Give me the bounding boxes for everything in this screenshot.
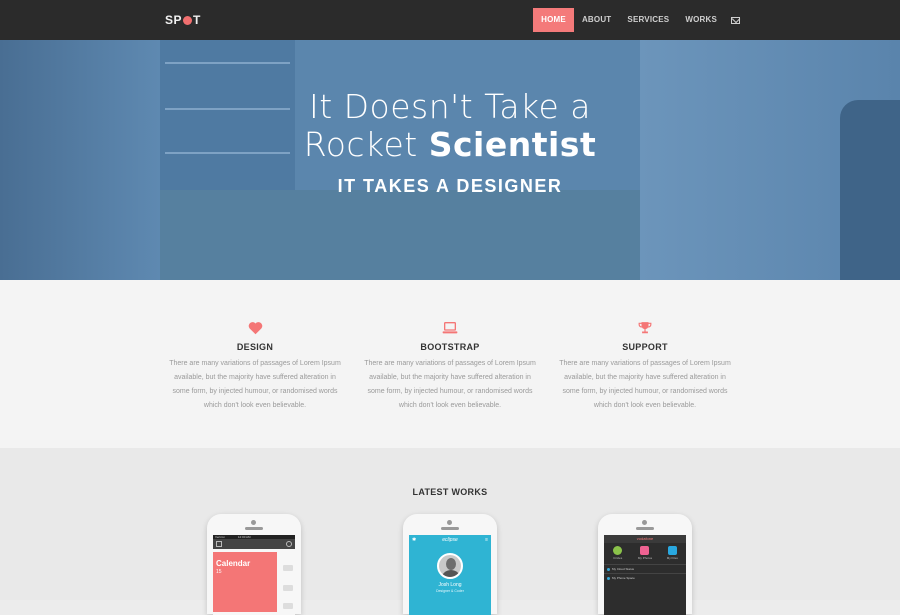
hero-headline-plain: Rocket [303, 125, 429, 164]
phone-speaker [441, 527, 459, 530]
shortcut-label: My Photos [637, 556, 653, 560]
photos-shortcut: My Photos [636, 546, 654, 560]
phone-screen: ✱ eclipse ≡ Josh Long Designer & Coder [409, 535, 491, 615]
works-title: LATEST WORKS [412, 487, 488, 497]
app-brand: vodafone [604, 535, 686, 543]
camera-icon [640, 546, 650, 555]
navbar: SP T HOME ABOUT SERVICES WORKS [0, 0, 900, 40]
profile-role: Designer & Coder [436, 589, 464, 593]
hero-headline-line1: It Doesn't Take a [308, 87, 592, 126]
main-nav: HOME ABOUT SERVICES WORKS [533, 8, 740, 32]
work-item-calendar-app[interactable]: Verizon 12:00 AM Calendar 15 [207, 514, 301, 615]
shortcut-label: My Files [666, 556, 678, 560]
work-item-vodafone-app[interactable]: vodafone Circles My Photos My Files My C… [598, 514, 692, 615]
work-item-profile-app[interactable]: ✱ eclipse ≡ Josh Long Designer & Coder [403, 514, 497, 615]
hero-text: It Doesn't Take a Rocket Scientist IT TA… [0, 88, 900, 197]
heart-icon [165, 320, 345, 336]
app-toolbar [213, 539, 295, 549]
hero-headline-line2: Rocket Scientist [0, 126, 900, 164]
shortcut-label: Circles [613, 556, 623, 560]
hero-banner: It Doesn't Take a Rocket Scientist IT TA… [0, 40, 900, 280]
shelf-line-1 [165, 62, 290, 64]
avatar [437, 553, 463, 579]
list-item: My Phone Space [604, 573, 686, 582]
feature-text: There are many variations of passages of… [169, 360, 341, 409]
calendar-card-title: Calendar [216, 559, 251, 568]
feature-support: SUPPORT There are many variations of pas… [555, 320, 735, 413]
logo-text-right: T [193, 13, 201, 27]
nav-about[interactable]: ABOUT [574, 8, 619, 32]
folder-icon [667, 546, 677, 555]
feature-title: BOOTSTRAP [420, 342, 480, 352]
app-header: ✱ eclipse ≡ [409, 535, 491, 545]
menu-icon: ≡ [485, 537, 488, 543]
home-icon [216, 541, 222, 547]
app-name: eclipse [442, 537, 458, 543]
phone-screen: vodafone Circles My Photos My Files My C… [604, 535, 686, 615]
phone-camera [447, 520, 452, 525]
phone-speaker [245, 527, 263, 530]
logo-dot [183, 15, 193, 25]
latest-works-section: LATEST WORKS Verizon 12:00 AM Calendar 1… [0, 448, 900, 615]
laptop-icon [360, 320, 540, 336]
hero-headline-bold: Scientist [428, 125, 597, 164]
nav-services[interactable]: SERVICES [619, 8, 677, 32]
hero-subtitle: IT TAKES A DESIGNER [337, 176, 563, 196]
gear-icon: ✱ [412, 537, 417, 543]
settings-icon [286, 541, 292, 547]
circles-shortcut: Circles [609, 546, 627, 560]
feature-title: SUPPORT [622, 342, 668, 352]
side-tile [283, 603, 293, 609]
avatar-head [446, 558, 456, 570]
profile-name: Josh Long [438, 582, 462, 588]
side-tile [283, 585, 293, 591]
logo-text-left: SP [165, 13, 183, 27]
mail-icon[interactable] [731, 16, 740, 24]
app-icons: Circles My Photos My Files [604, 546, 686, 560]
phone-camera [251, 520, 256, 525]
side-tile [283, 565, 293, 571]
avatar-body [441, 570, 461, 577]
site-logo[interactable]: SP T [165, 13, 201, 27]
list-item: My Cloud Status [604, 564, 686, 573]
feature-text: There are many variations of passages of… [559, 360, 731, 409]
phone-camera [642, 520, 647, 525]
trophy-icon [555, 320, 735, 336]
circles-icon [613, 546, 623, 555]
phone-screen: Verizon 12:00 AM Calendar 15 [213, 535, 295, 615]
hero-floor [160, 190, 640, 280]
feature-text: There are many variations of passages of… [364, 360, 536, 409]
calendar-card-date: 15 [216, 569, 222, 575]
files-shortcut: My Files [663, 546, 681, 560]
features-section: DESIGN There are many variations of pass… [0, 280, 900, 448]
phone-speaker [636, 527, 654, 530]
feature-title: DESIGN [236, 342, 274, 352]
calendar-card: Calendar 15 [213, 552, 277, 612]
feature-design: DESIGN There are many variations of pass… [165, 320, 345, 413]
nav-home[interactable]: HOME [533, 8, 574, 32]
nav-works[interactable]: WORKS [677, 8, 725, 32]
feature-bootstrap: BOOTSTRAP There are many variations of p… [360, 320, 540, 413]
